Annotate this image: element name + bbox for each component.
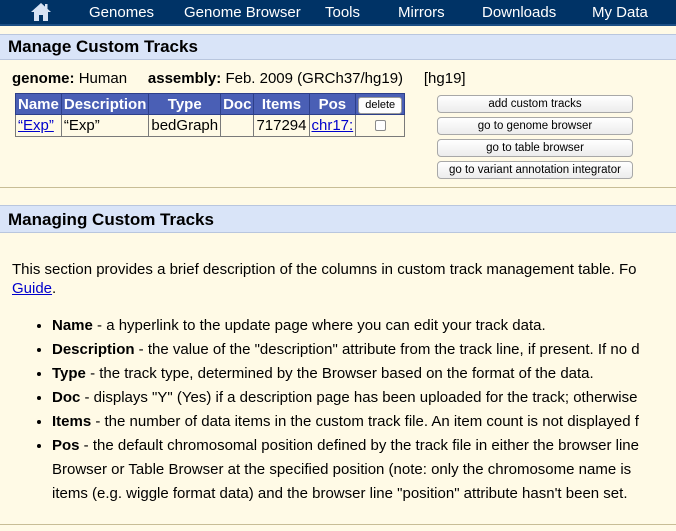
top-navigation-bar: Genomes Genome Browser Tools Mirrors Dow… bbox=[0, 0, 676, 26]
genome-assembly-line: genome: Human assembly: Feb. 2009 (GRCh3… bbox=[12, 70, 466, 87]
term-desc: - the track type, determined by the Brow… bbox=[85, 365, 594, 382]
go-to-genome-browser-button[interactable]: go to genome browser bbox=[437, 117, 633, 135]
pos-continuation-2: items (e.g. wiggle format data) and the … bbox=[52, 485, 628, 502]
term-desc: - the default chromosomal position defin… bbox=[79, 437, 639, 454]
managing-section-title: Managing Custom Tracks bbox=[0, 205, 676, 233]
col-header-description: Description bbox=[60, 93, 150, 115]
cell-doc bbox=[220, 114, 255, 137]
intro-text: This section provides a brief descriptio… bbox=[12, 261, 637, 278]
track-name-link[interactable]: “Exp” bbox=[18, 117, 54, 134]
nav-mirrors[interactable]: Mirrors bbox=[398, 4, 445, 22]
term-desc: - the value of the "description" attribu… bbox=[134, 341, 640, 358]
term-pos: Pos bbox=[52, 437, 80, 454]
custom-tracks-table: Name Description Type Doc Items Pos dele… bbox=[15, 93, 406, 137]
list-item: Pos - the default chromosomal position d… bbox=[52, 434, 676, 506]
cell-name: “Exp” bbox=[15, 114, 62, 137]
term-items: Items bbox=[52, 413, 92, 430]
term-name: Name bbox=[52, 317, 93, 334]
col-header-delete: delete bbox=[355, 93, 406, 115]
col-header-items: Items bbox=[253, 93, 310, 115]
go-to-table-browser-button[interactable]: go to table browser bbox=[437, 139, 633, 157]
col-header-name: Name bbox=[15, 93, 62, 115]
list-item: Description - the value of the "descript… bbox=[52, 338, 676, 362]
term-type: Type bbox=[52, 365, 86, 382]
delete-checkbox[interactable] bbox=[374, 120, 386, 132]
term-desc: - a hyperlink to the update page where y… bbox=[92, 317, 546, 334]
list-item: Name - a hyperlink to the update page wh… bbox=[52, 314, 676, 338]
col-header-pos: Pos bbox=[308, 93, 357, 115]
cell-delete bbox=[355, 114, 406, 137]
cell-type: bedGraph bbox=[148, 114, 222, 137]
section-divider bbox=[0, 187, 676, 188]
pos-continuation-1: Browser or Table Browser at the specifie… bbox=[52, 461, 632, 478]
nav-tools[interactable]: Tools bbox=[325, 4, 360, 22]
col-header-type: Type bbox=[148, 93, 222, 115]
database-name: [hg19] bbox=[423, 70, 466, 87]
bottom-divider bbox=[0, 524, 676, 525]
cell-pos: chr17: bbox=[308, 114, 357, 137]
nav-genome-browser[interactable]: Genome Browser bbox=[184, 4, 301, 22]
column-descriptions-list: Name - a hyperlink to the update page wh… bbox=[18, 314, 676, 506]
track-position-link[interactable]: chr17: bbox=[312, 117, 354, 134]
term-desc: - displays "Y" (Yes) if a description pa… bbox=[80, 389, 638, 406]
genome-label: genome: bbox=[12, 70, 75, 87]
home-icon[interactable] bbox=[29, 1, 53, 23]
manage-section-title: Manage Custom Tracks bbox=[0, 34, 676, 60]
table-header-row: Name Description Type Doc Items Pos dele… bbox=[15, 93, 406, 115]
term-doc: Doc bbox=[52, 389, 81, 406]
list-item: Doc - displays "Y" (Yes) if a descriptio… bbox=[52, 386, 676, 410]
guide-period: . bbox=[52, 280, 57, 297]
intro-paragraph: This section provides a brief descriptio… bbox=[12, 260, 676, 298]
nav-my-data[interactable]: My Data bbox=[592, 4, 648, 22]
nav-genomes[interactable]: Genomes bbox=[89, 4, 154, 22]
table-row: “Exp” “Exp” bedGraph 717294 chr17: bbox=[15, 114, 406, 137]
list-item: Type - the track type, determined by the… bbox=[52, 362, 676, 386]
guide-link[interactable]: Guide bbox=[12, 280, 52, 297]
col-header-doc: Doc bbox=[220, 93, 255, 115]
term-description: Description bbox=[52, 341, 135, 358]
term-desc: - the number of data items in the custom… bbox=[91, 413, 639, 430]
assembly-value: Feb. 2009 (GRCh37/hg19) bbox=[225, 70, 404, 87]
nav-downloads[interactable]: Downloads bbox=[482, 4, 556, 22]
go-to-variant-annotation-integrator-button[interactable]: go to variant annotation integrator bbox=[437, 161, 633, 179]
assembly-label: assembly: bbox=[147, 70, 222, 87]
cell-items: 717294 bbox=[253, 114, 310, 137]
list-item: Items - the number of data items in the … bbox=[52, 410, 676, 434]
genome-value: Human bbox=[78, 70, 128, 87]
cell-description: “Exp” bbox=[60, 114, 150, 137]
add-custom-tracks-button[interactable]: add custom tracks bbox=[437, 95, 633, 113]
delete-button[interactable]: delete bbox=[358, 96, 403, 114]
